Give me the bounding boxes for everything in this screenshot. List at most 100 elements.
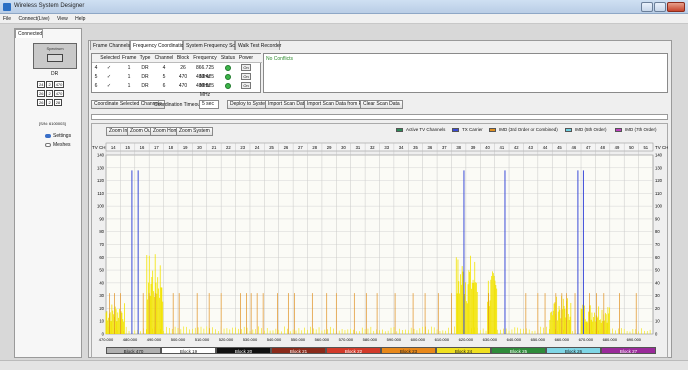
tv-channel-tick: 16 [140,145,145,150]
channel-row[interactable]: 24 2 470 [37,81,65,88]
power-toggle[interactable]: On [241,73,251,81]
settings-icon [45,133,51,138]
table-row[interactable]: 4 ✓ 1 DR 4 26 866.725 MHz On [92,64,262,80]
conflicts-panel: No Conflicts [263,53,668,93]
selected-checkbox[interactable]: ✓ [104,82,114,91]
tv-channel-tick: 38 [456,145,461,150]
spectrum-chart[interactable]: TV CH TV CH 14 15 16 17 18 19 20 21 22 23 24 25 26 27 28… [91,137,668,346]
tab-connected[interactable]: Connected [15,29,43,38]
tv-channel-tick: 29 [327,145,332,150]
timeout-stepper[interactable]: 5 sec [199,100,219,109]
block-segment: Block 20 [216,347,271,354]
legend-label: IMD (7th Order) [625,127,657,132]
table-header: Selected Frame Type Channel Block Freque… [92,54,262,63]
y-tick-label: 20 [655,306,660,311]
column-header[interactable]: Power [238,54,254,63]
selected-checkbox[interactable]: ✓ [104,64,114,73]
close-button[interactable] [667,2,685,12]
block-segment: Block 23 [381,347,436,354]
x-tick-label: 490.000 [147,337,162,342]
menu-connect[interactable]: Connect(Live) [15,14,52,24]
tv-channel-tick: 50 [629,145,634,150]
selected-checkbox[interactable]: ✓ [104,73,114,82]
y-tick-label: 80 [99,229,104,234]
menu-help[interactable]: Help [72,14,88,24]
menu-view[interactable]: View [54,14,71,24]
y-tick-label: 10 [655,319,660,324]
legend-tx-carrier: TX Carrier [452,127,483,132]
block-segment: Block 22 [326,347,381,354]
block-cell: 470 [178,83,188,89]
tv-channel-tick: 37 [442,145,447,150]
column-header[interactable]: Status [220,54,236,63]
tab-frequency-coordination[interactable]: Frequency Coordination* [130,40,188,50]
table-row[interactable]: 6 ✓ 1 DR 6 470 480.825 MHz On [92,82,262,98]
tv-channel-tick: 27 [298,145,303,150]
status-cell [220,82,236,91]
y-tick-label: 0 [655,332,658,337]
power-cell: On [238,82,254,91]
tv-channel-tick: 36 [428,145,433,150]
tv-channel-tick: 39 [471,145,476,150]
spectrum-device[interactable]: Spectrum [33,43,77,69]
menu-file[interactable]: File [0,14,14,24]
tree-item-label: Meshes [53,142,71,148]
maximize-button[interactable] [654,2,666,12]
power-toggle[interactable]: On [241,64,251,72]
column-header[interactable]: Channel [154,54,174,63]
y-tick-label: 100 [97,204,105,209]
y-tick-label: 0 [102,332,105,337]
zoom-system-button[interactable]: Zoom System [176,127,213,136]
x-tick-label: 660.000 [555,337,570,342]
legend-swatch [396,127,403,132]
x-tick-label: 600.000 [411,337,426,342]
legend-imd-7th: IMD (7th Order) [615,127,657,132]
tv-channel-tick: 35 [413,145,418,150]
tab-walk-test-recorder[interactable]: Walk Test Recorder [235,40,281,50]
frequency-cell: 480.825 MHz [195,83,215,98]
timeout-label: Coordination Timeout [154,102,202,108]
tv-channel-tick: 26 [284,145,289,150]
y-tick-label: 70 [655,242,660,247]
block-segment: Block 24 [436,347,491,354]
column-header[interactable]: Frame [122,54,136,63]
column-header[interactable]: Selected [100,54,120,63]
power-toggle[interactable]: On [241,82,251,90]
tree-item-meshes[interactable]: Meshes [45,142,71,148]
frequency-cell: 866.725 MHz [195,65,215,80]
y-tick-label: 130 [97,165,105,170]
frequency-cell: 483.425 MHz [195,74,215,89]
channel-cell: 26 [37,99,46,106]
legend-label: IMD (3rd Order or Combined) [499,127,558,132]
status-ok-icon [225,82,231,89]
channel-row[interactable]: 26 2 28 [37,99,63,106]
device-tree-panel: Connected Spectrum DR 24 2 470 26 2 470 26 2 2… [14,28,82,358]
serial-number: [S/N: 6100003] [39,121,66,126]
column-header[interactable]: Type [138,54,152,63]
block-segment: Block 25 [491,347,546,354]
block-cell: 26 [180,65,186,71]
legend-swatch [565,127,572,132]
channel-cell: 24 [37,81,46,88]
tab-frame-channels[interactable]: Frame Channels [90,40,130,50]
device-screen-icon [47,54,63,62]
channel-cell: 2 [46,81,53,88]
block-cell: 470 [178,74,188,80]
progress-bar [91,114,668,120]
y-tick-label: 70 [99,242,104,247]
x-tick-label: 520.000 [219,337,234,342]
clear-scan-button[interactable]: Clear Scan Data [360,100,403,109]
tab-system-frequency-scan[interactable]: System Frequency Scan [183,40,240,50]
legend-label: IMD (5th Order) [575,127,607,132]
receiver-label: DR [51,71,59,77]
type-cell: DR [141,65,149,71]
column-header[interactable]: Frequency [192,54,218,63]
table-row[interactable]: 5 ✓ 1 DR 5 470 483.425 MHz On [92,73,262,89]
channel-table: Selected Frame Type Channel Block Freque… [91,53,262,98]
tree-item-settings[interactable]: Settings [45,133,71,139]
column-header[interactable]: Block [176,54,190,63]
minimize-button[interactable] [641,2,653,12]
frame-cell: 1 [127,65,131,71]
channel-row[interactable]: 26 2 470 [37,90,65,97]
y-tick-label: 90 [99,216,104,221]
